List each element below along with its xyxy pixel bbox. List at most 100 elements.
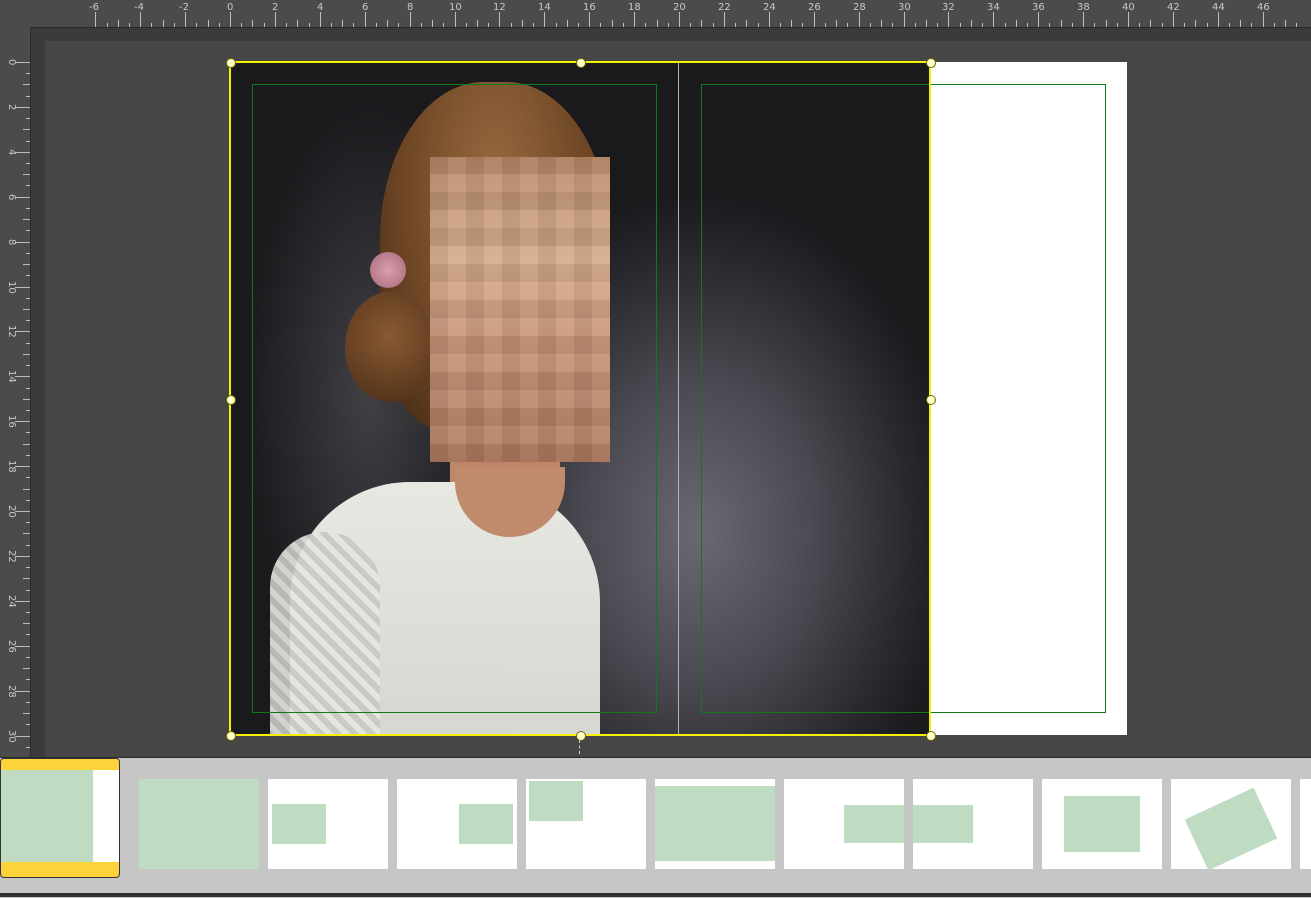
vertical-ruler[interactable]: 0 2 4 6 8 10 12 14 16 18 20 22 24 26 28 30 [0,27,31,757]
ruler-top-minor-tick [107,23,108,27]
ruler-left-minor-tick [26,118,30,119]
ruler-top-minor-tick [881,20,882,27]
rotation-handle-line[interactable] [579,740,581,754]
ruler-left-label: 26 [6,640,17,653]
ruler-left-minor-tick [26,96,30,97]
layout-thumb-10[interactable] [1171,779,1291,869]
ruler-top-minor-tick [1195,20,1196,27]
image-selection-frame[interactable] [229,61,931,736]
resize-handle-top-right[interactable] [926,58,936,68]
ruler-left-label: 28 [6,685,17,698]
ruler-top-major-tick [544,12,545,27]
layout-thumb-7-photo-slot [844,805,904,843]
layout-thumb-6-photo-slot [655,786,775,861]
ruler-top-label: 32 [942,2,955,13]
ruler-left-minor-tick [26,702,30,703]
ruler-top-major-tick [904,12,905,27]
ruler-top-minor-tick [870,23,871,27]
ruler-left-minor-tick [26,320,30,321]
layout-thumbnail-strip [0,757,1311,898]
ruler-top-label: 14 [538,2,551,13]
ruler-left-minor-tick [26,253,30,254]
ruler-top-major-tick [589,12,590,27]
ruler-top-minor-tick [937,23,938,27]
ruler-top-label: 42 [1167,2,1180,13]
ruler-top-label: 12 [493,2,506,13]
resize-handle-bottom-left[interactable] [226,731,236,741]
resize-handle-top[interactable] [576,58,586,68]
layout-thumb-1-page [1,770,119,862]
layout-thumb-8-photo-slot [913,805,973,843]
ruler-top-minor-tick [1251,23,1252,27]
ruler-top-label: 6 [362,2,369,13]
ruler-top-minor-tick [1296,23,1297,27]
ruler-top-major-tick [499,12,500,27]
ruler-top-minor-tick [118,20,119,27]
ruler-left-minor-tick [23,354,30,355]
ruler-top-minor-tick [387,20,388,27]
ruler-top-minor-tick [623,23,624,27]
ruler-left-label: 0 [6,59,17,66]
ruler-left-minor-tick [26,679,30,680]
ruler-top-major-tick [140,12,141,27]
ruler-top-minor-tick [1106,20,1107,27]
ruler-left-minor-tick [26,163,30,164]
ruler-top-major-tick [185,12,186,27]
resize-handle-bottom-right[interactable] [926,731,936,741]
ruler-top-minor-tick [1049,23,1050,27]
ruler-top-label: 0 [227,2,234,13]
ruler-top-minor-tick [1207,23,1208,27]
ruler-top-minor-tick [847,23,848,27]
ruler-top-minor-tick [971,20,972,27]
ruler-left-minor-tick [23,444,30,445]
ruler-left-major-tick [15,107,30,108]
ruler-top-minor-tick [668,23,669,27]
ruler-left-label: 30 [6,730,17,743]
layout-thumb-9[interactable] [1042,779,1162,869]
ruler-top-minor-tick [174,23,175,27]
layout-thumb-11-partial[interactable] [1300,779,1311,869]
resize-handle-left[interactable] [226,395,236,405]
ruler-top-label: -4 [134,2,144,13]
ruler-left-minor-tick [26,634,30,635]
layout-thumb-5[interactable] [526,779,646,869]
ruler-top-minor-tick [163,20,164,27]
ruler-left-label: 8 [6,239,17,246]
ruler-top-label: 24 [763,2,776,13]
layout-thumb-7[interactable] [784,779,904,869]
ruler-top-minor-tick [1162,23,1163,27]
ruler-left-minor-tick [23,578,30,579]
ruler-top-label: 36 [1032,2,1045,13]
ruler-left-label: 24 [6,595,17,608]
layout-thumb-8[interactable] [913,779,1033,869]
layout-thumb-2[interactable] [139,779,259,869]
ruler-top-minor-tick [1072,23,1073,27]
ruler-top-major-tick [1083,12,1084,27]
ruler-top-major-tick [634,12,635,27]
resize-handle-bottom[interactable] [576,731,586,741]
ruler-left-major-tick [15,152,30,153]
horizontal-ruler[interactable]: -6 -4 -2 0 2 4 6 8 10 12 14 16 18 20 22 24 26 28 30 32 34 36 3… [0,0,1311,28]
ruler-top-minor-tick [533,23,534,27]
ruler-top-major-tick [859,12,860,27]
ruler-left-minor-tick [26,590,30,591]
ruler-top-label: 44 [1212,2,1225,13]
ruler-left-minor-tick [26,522,30,523]
ruler-top-minor-tick [746,20,747,27]
ruler-top-minor-tick [353,23,354,27]
resize-handle-right[interactable] [926,395,936,405]
layout-thumb-1-selected[interactable] [0,758,120,878]
ruler-left-major-tick [15,331,30,332]
ruler-top-minor-tick [264,23,265,27]
layout-thumb-4[interactable] [397,779,517,869]
ruler-left-minor-tick [26,208,30,209]
resize-handle-top-left[interactable] [226,58,236,68]
ruler-left-minor-tick [26,343,30,344]
ruler-top-minor-tick [645,23,646,27]
layout-thumb-6[interactable] [655,779,775,869]
ruler-top-minor-tick [915,23,916,27]
ruler-top-minor-tick [196,23,197,27]
ruler-top-major-tick [814,12,815,27]
ruler-left-major-tick [15,511,30,512]
layout-thumb-3[interactable] [268,779,388,869]
